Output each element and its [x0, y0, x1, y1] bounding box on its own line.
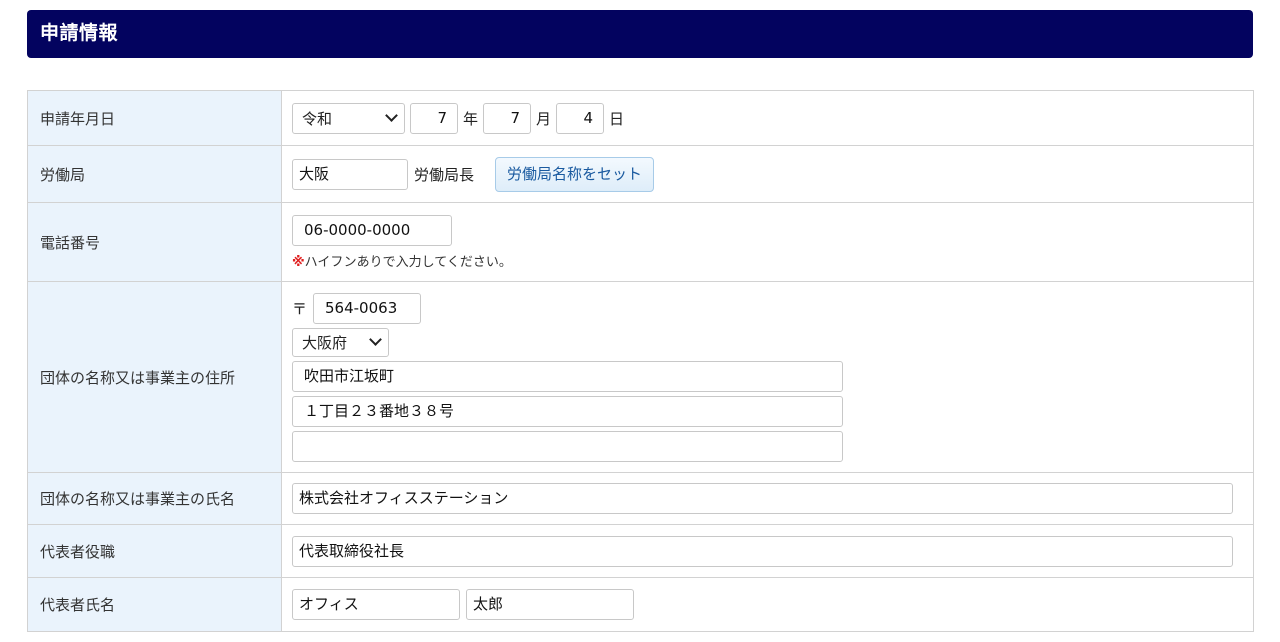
- rep-name-fields: オフィス 太郎: [281, 577, 1254, 632]
- prefecture-line: 大阪府: [292, 327, 1253, 357]
- row-address: 団体の名称又は事業主の住所 〒 564-0063 大阪府 吹田市江坂町 １丁目２３…: [27, 281, 1254, 473]
- row-application-date: 申請年月日 令和 7年7月4日: [27, 90, 1254, 146]
- year-input[interactable]: 7: [410, 102, 458, 134]
- label-address: 団体の名称又は事業主の住所: [27, 281, 282, 473]
- address-fields: 〒 564-0063 大阪府 吹田市江坂町 １丁目２３番地３８号: [281, 281, 1254, 473]
- rep-first-name-input[interactable]: 太郎: [466, 589, 634, 620]
- phone-input[interactable]: 06-0000-0000: [292, 214, 452, 246]
- label-phone: 電話番号: [27, 202, 282, 282]
- era-select-value: 令和: [302, 109, 333, 128]
- row-phone: 電話番号 06-0000-0000 ※ハイフンありで入力してください。: [27, 202, 1254, 282]
- year-unit: 年: [463, 109, 479, 128]
- era-select[interactable]: 令和: [292, 102, 405, 134]
- row-labor-bureau: 労働局 大阪 労働局長 労働局名称をセット: [27, 145, 1254, 203]
- application-form-page: 申請情報 申請年月日 令和 7年7月4日 労働局 大阪 労働局長 労働局名称をセット…: [0, 0, 1280, 642]
- note-mark-icon: ※: [292, 254, 305, 270]
- address-line2-input[interactable]: １丁目２３番地３８号: [292, 395, 843, 427]
- application-date-fields: 令和 7年7月4日: [281, 90, 1254, 146]
- chevron-down-icon: [385, 109, 398, 122]
- labor-bureau-suffix: 労働局長: [414, 165, 475, 184]
- rep-title-input[interactable]: 代表取締役社長: [292, 535, 1233, 567]
- row-org-name: 団体の名称又は事業主の氏名 株式会社オフィスステーション: [27, 472, 1254, 525]
- row-rep-name: 代表者氏名 オフィス 太郎: [27, 577, 1254, 632]
- label-rep-name: 代表者氏名: [27, 577, 282, 632]
- month-unit: 月: [536, 109, 552, 128]
- chevron-down-icon: [369, 333, 382, 346]
- rep-title-fields: 代表取締役社長: [281, 524, 1254, 578]
- postal-mark-icon: 〒: [292, 299, 308, 318]
- address-line-2: １丁目２３番地３８号: [292, 395, 1253, 427]
- org-name-input[interactable]: 株式会社オフィスステーション: [292, 483, 1233, 514]
- address-line-1: 吹田市江坂町: [292, 360, 1253, 392]
- rep-last-name-input[interactable]: オフィス: [292, 589, 460, 620]
- address-line-3: [292, 430, 1253, 462]
- month-input[interactable]: 7: [483, 102, 532, 134]
- label-org-name: 団体の名称又は事業主の氏名: [27, 472, 282, 525]
- address-line1-input[interactable]: 吹田市江坂町: [292, 360, 843, 392]
- application-info-table: 申請年月日 令和 7年7月4日 労働局 大阪 労働局長 労働局名称をセット 電話番号…: [27, 90, 1254, 632]
- row-rep-title: 代表者役職 代表取締役社長: [27, 524, 1254, 578]
- section-title: 申請情報: [27, 10, 1253, 58]
- label-labor-bureau: 労働局: [27, 145, 282, 203]
- phone-note-text: ハイフンありで入力してください。: [304, 254, 512, 270]
- label-rep-title: 代表者役職: [27, 524, 282, 578]
- org-name-fields: 株式会社オフィスステーション: [281, 472, 1254, 525]
- postal-code-input[interactable]: 564-0063: [313, 292, 422, 324]
- postal-line: 〒 564-0063: [292, 292, 1253, 324]
- set-bureau-name-button[interactable]: 労働局名称をセット: [495, 156, 655, 192]
- phone-note: ※ハイフンありで入力してください。: [292, 251, 1253, 270]
- label-application-date: 申請年月日: [27, 90, 282, 146]
- prefecture-select[interactable]: 大阪府: [292, 327, 389, 357]
- address-line3-input[interactable]: [292, 430, 843, 462]
- phone-fields: 06-0000-0000 ※ハイフンありで入力してください。: [281, 202, 1254, 282]
- labor-bureau-input[interactable]: 大阪: [292, 158, 408, 190]
- labor-bureau-fields: 大阪 労働局長 労働局名称をセット: [281, 145, 1254, 203]
- day-unit: 日: [609, 109, 625, 128]
- day-input[interactable]: 4: [556, 102, 605, 134]
- prefecture-select-value: 大阪府: [302, 333, 348, 352]
